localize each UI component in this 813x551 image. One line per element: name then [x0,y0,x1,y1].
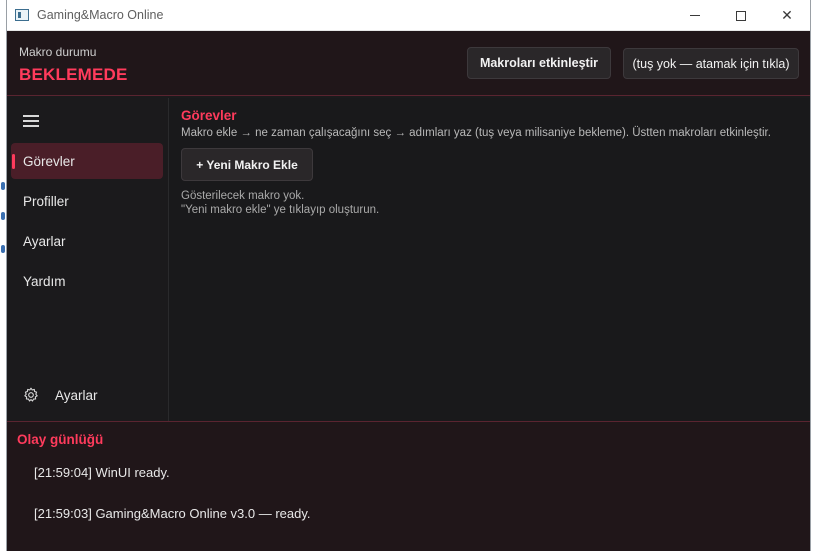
sidebar-item-gorevler[interactable]: Görevler [11,143,163,179]
app-window: Gaming&Macro Online ✕ Makro durumu BEKLE… [6,0,811,551]
enable-macros-button[interactable]: Makroları etkinleştir [467,47,611,79]
sidebar-item-label: Görevler [23,153,75,169]
close-icon: ✕ [781,7,793,23]
minimize-button[interactable] [672,0,718,31]
main-panel: Görevler Makro ekle → ne zaman çalışacağ… [168,98,810,421]
event-log-title: Olay günlüğü [17,432,104,447]
add-macro-button[interactable]: + Yeni Makro Ekle [181,148,313,181]
sidebar-item-profiller[interactable]: Profiller [11,183,163,219]
log-entry: [21:59:04] WinUI ready. [34,465,170,480]
sidebar-item-label: Yardım [23,273,66,289]
sidebar-settings-label: Ayarlar [55,387,98,403]
window-title: Gaming&Macro Online [37,8,164,22]
sidebar-item-label: Profiller [23,193,69,209]
minimize-icon [690,15,700,16]
empty-state-text: Gösterilecek makro yok. [181,190,305,202]
empty-state-hint: "Yeni makro ekle" ye tıklayıp oluşturun. [181,204,380,216]
sidebar-settings-button[interactable]: Ayarlar [23,387,98,403]
sidebar-item-ayarlar[interactable]: Ayarlar [11,223,163,259]
title-bar[interactable]: Gaming&Macro Online ✕ [7,0,810,31]
event-log-panel[interactable]: Olay günlüğü [21:59:04] WinUI ready. [21… [7,421,810,551]
desktop-icon-fragment [1,212,5,220]
assign-hotkey-button[interactable]: (tuş yok — atamak için tıkla) [623,48,799,79]
sidebar-item-label: Ayarlar [23,233,66,249]
maximize-icon [736,10,746,21]
status-header: Makro durumu BEKLEMEDE Makroları etkinle… [7,31,810,96]
desktop-icon-fragment [1,182,5,190]
sidebar: Görevler Profiller Ayarlar Yardım Ayarla… [7,97,167,421]
desktop-icon-fragment [1,245,5,253]
gear-icon [24,387,38,402]
page-title: Görevler [181,108,237,123]
close-button[interactable]: ✕ [764,0,810,31]
log-entry: [21:59:03] Gaming&Macro Online v3.0 — re… [34,506,311,521]
macro-status-value: BEKLEMEDE [19,65,128,84]
maximize-button[interactable] [718,0,764,31]
hamburger-icon[interactable] [23,115,39,127]
app-window-icon [15,9,29,21]
sidebar-item-yardim[interactable]: Yardım [11,263,163,299]
page-description: Makro ekle → ne zaman çalışacağını seç →… [181,127,771,139]
macro-status-label: Makro durumu [19,45,97,59]
